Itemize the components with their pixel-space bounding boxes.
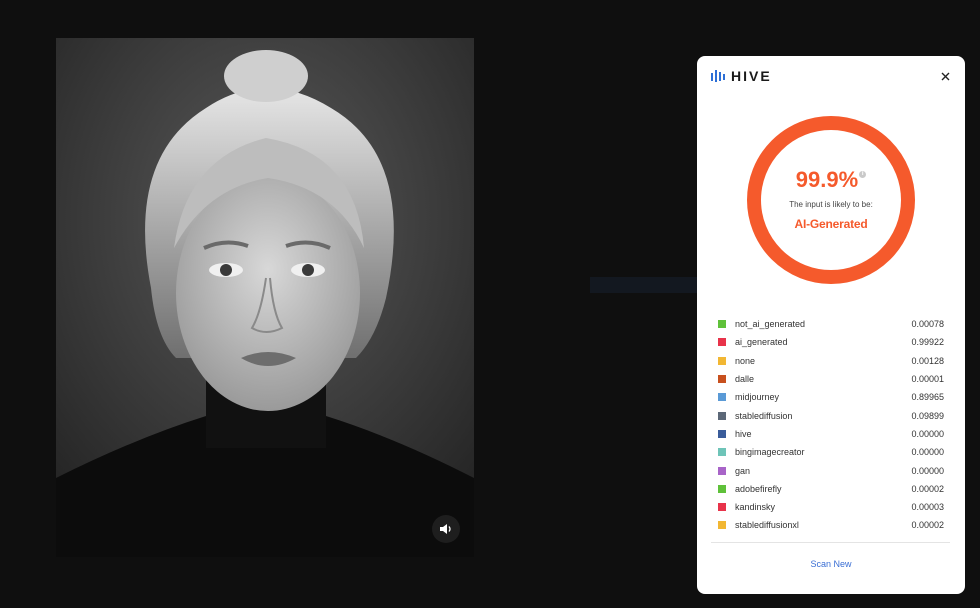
class-color-swatch (718, 320, 726, 329)
class-color-swatch (718, 429, 726, 438)
score-ring: 99.9% i The input is likely to be: AI-Ge… (747, 116, 915, 284)
class-color-swatch (718, 448, 726, 457)
portrait-illustration (56, 38, 474, 557)
close-button[interactable] (937, 68, 953, 84)
class-row: not_ai_generated 0.00078 (718, 315, 944, 333)
class-score-list: not_ai_generated 0.00078 ai_generated 0.999… (718, 315, 944, 535)
brand: HIVE (711, 68, 772, 84)
class-score: 0.00078 (911, 319, 944, 330)
class-score: 0.00000 (911, 447, 944, 458)
class-label: midjourney (735, 392, 780, 403)
class-color-swatch (718, 393, 726, 402)
close-icon (941, 72, 949, 80)
class-score: 0.00128 (911, 355, 944, 366)
class-score: 0.09899 (911, 410, 944, 421)
verdict-label: AI-Generated (794, 217, 868, 231)
class-label: ai_generated (735, 337, 788, 348)
class-label: kandinsky (735, 502, 776, 513)
score-value: 99.9% (795, 167, 859, 192)
class-row: bingimagecreator 0.00000 (718, 443, 944, 461)
divider (711, 542, 950, 543)
class-label: adobefirefly (735, 483, 782, 494)
class-color-swatch (718, 338, 726, 347)
class-row: stablediffusion 0.09899 (718, 406, 944, 424)
class-row: dalle 0.00001 (718, 370, 944, 388)
class-color-swatch (718, 484, 726, 493)
class-label: bingimagecreator (735, 447, 805, 458)
class-label: not_ai_generated (735, 319, 806, 330)
class-row: none 0.00128 (718, 352, 944, 370)
score-summary: 99.9% i The input is likely to be: AI-Ge… (761, 130, 901, 270)
class-score: 0.89965 (911, 392, 944, 403)
class-color-swatch (718, 466, 726, 475)
class-score: 0.00000 (911, 428, 944, 439)
class-row: ai_generated 0.99922 (718, 333, 944, 351)
info-icon[interactable]: i (859, 171, 867, 178)
portrait-image (56, 38, 474, 557)
sound-toggle-button[interactable] (432, 515, 460, 543)
class-row: stablediffusionxl 0.00002 (718, 516, 944, 534)
class-color-swatch (718, 411, 726, 420)
brand-name: HIVE (731, 68, 772, 84)
class-label: hive (735, 428, 752, 439)
class-score: 0.00001 (911, 374, 944, 385)
speaker-icon (440, 524, 451, 534)
class-score: 0.00002 (911, 483, 944, 494)
class-label: dalle (735, 374, 755, 385)
class-label: gan (735, 465, 751, 476)
class-color-swatch (718, 375, 726, 384)
class-score: 0.00003 (911, 502, 944, 513)
class-row: kandinsky 0.00003 (718, 498, 944, 516)
class-row: gan 0.00000 (718, 461, 944, 479)
hive-logo-icon (711, 70, 725, 82)
class-score: 0.00000 (911, 465, 944, 476)
class-color-swatch (718, 356, 726, 365)
class-label: stablediffusion (735, 410, 793, 421)
class-row: hive 0.00000 (718, 425, 944, 443)
scan-new-button[interactable]: Scan New (697, 559, 965, 569)
class-row: midjourney 0.89965 (718, 388, 944, 406)
class-row: adobefirefly 0.00002 (718, 480, 944, 498)
likely-text: The input is likely to be: (789, 200, 873, 209)
hive-detection-panel: HIVE 99.9% i The input is likely to be: … (697, 56, 965, 594)
class-label: stablediffusionxl (735, 520, 799, 531)
class-color-swatch (718, 521, 726, 530)
class-color-swatch (718, 503, 726, 512)
class-score: 0.00002 (911, 520, 944, 531)
class-score: 0.99922 (911, 337, 944, 348)
score-value-wrap: 99.9% i (795, 167, 867, 192)
class-label: none (735, 355, 756, 366)
